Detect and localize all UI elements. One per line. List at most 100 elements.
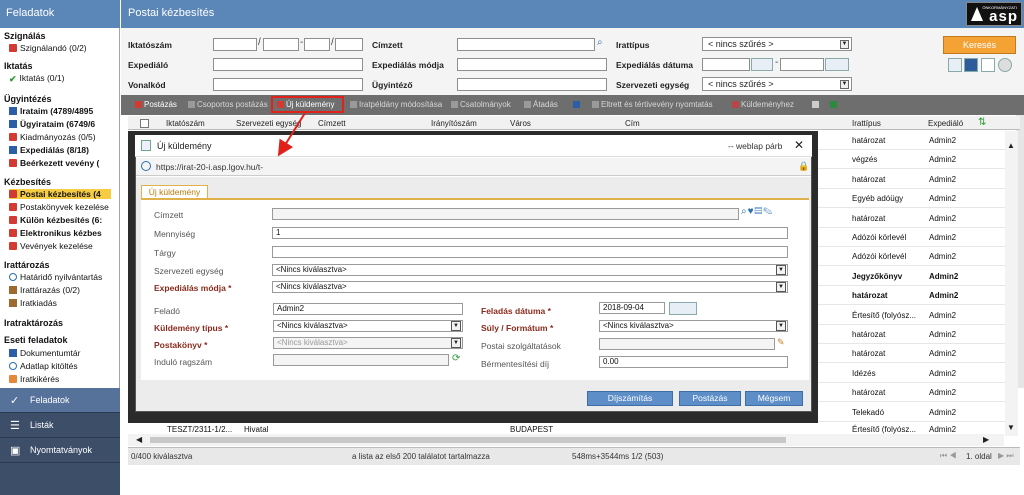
row-expedialo[interactable]: Admin2 bbox=[929, 155, 956, 164]
row-irattipus[interactable]: határozat bbox=[852, 330, 885, 339]
targy-field[interactable] bbox=[272, 246, 788, 258]
sidebar-item-ugyirataim[interactable]: Ügyirataim (6749/6 bbox=[9, 119, 95, 129]
postazas-dialog-button[interactable]: Postázás bbox=[679, 391, 741, 406]
row-irattipus[interactable]: Egyéb adóügy bbox=[852, 194, 903, 203]
row-irattipus[interactable]: határozat bbox=[852, 214, 885, 223]
col-iktatoszam[interactable]: Iktatószám bbox=[166, 119, 205, 128]
select-all-checkbox[interactable] bbox=[140, 119, 149, 128]
section-iratraktarozas[interactable]: Iratraktározás bbox=[4, 318, 63, 328]
sidebar-item-postakonyvek[interactable]: Postakönyvek kezelése bbox=[9, 202, 109, 212]
row-irattipus[interactable]: határozat bbox=[852, 175, 885, 184]
row-irattipus[interactable]: Értesítő (folyósz... bbox=[852, 311, 916, 320]
close-icon[interactable]: ✕ bbox=[794, 138, 804, 152]
irattipus-select[interactable]: < nincs szűrés > ▼ bbox=[702, 37, 852, 51]
reset-icon[interactable] bbox=[998, 58, 1012, 72]
document-icon[interactable] bbox=[981, 58, 995, 72]
sidebar-item-postai-kezbesites[interactable]: Postai kézbesítés (4 bbox=[9, 189, 111, 199]
refresh-icon[interactable]: ⟳ bbox=[452, 353, 460, 364]
bermentesitesi-field[interactable]: 0.00 bbox=[599, 356, 788, 368]
iktatoszam-input-2[interactable] bbox=[263, 38, 299, 51]
row-irattipus[interactable]: Telekadó bbox=[852, 408, 884, 417]
row-expedialo[interactable]: Admin2 bbox=[929, 252, 956, 261]
kuldemenyhez-button[interactable]: Küldeményhez bbox=[732, 100, 794, 109]
csoportos-postazas-button[interactable]: Csoportos postázás bbox=[188, 100, 268, 109]
chevron-right-icon[interactable]: ▶ bbox=[983, 435, 989, 444]
sidebar-item-kulon-kezbesites[interactable]: Külön kézbesítés (6: bbox=[9, 215, 102, 225]
section-iktatas[interactable]: Iktatás bbox=[4, 61, 33, 71]
row-irattipus[interactable]: Adózói körlevél bbox=[852, 252, 906, 261]
col-expedialo[interactable]: Expediáló bbox=[928, 119, 963, 128]
row-expedialo[interactable]: Admin2 bbox=[929, 175, 956, 184]
next-page-icon[interactable]: ▶ ⏭ bbox=[998, 451, 1014, 461]
iktatoszam-input-4[interactable] bbox=[335, 38, 363, 51]
cimzett-field[interactable] bbox=[272, 208, 739, 220]
row-irattipus[interactable]: határozat bbox=[852, 291, 888, 300]
row-irattipus[interactable]: Adózói körlevél bbox=[852, 233, 906, 242]
postakonyv-select[interactable]: <Nincs kiválasztva> ▼ bbox=[273, 337, 463, 349]
col-szervezeti[interactable]: Szervezeti egység bbox=[236, 119, 301, 128]
sidebar-item-vevenyek[interactable]: Vevények kezelése bbox=[9, 241, 93, 251]
nav-listak[interactable]: ☰ Listák bbox=[0, 413, 120, 438]
suly-formatum-select[interactable]: <Nincs kiválasztva> ▼ bbox=[599, 320, 788, 332]
szervezeti-egyseg-select[interactable]: <Nincs kiválasztva> ▼ bbox=[272, 264, 788, 276]
col-cim[interactable]: Cím bbox=[625, 119, 640, 128]
row-irattipus[interactable]: végzés bbox=[852, 155, 877, 164]
save-icon[interactable] bbox=[964, 58, 978, 72]
section-ugyintezes[interactable]: Ügyintézés bbox=[4, 94, 52, 104]
search-icon[interactable]: ⌕ bbox=[597, 37, 603, 48]
szervezeti-select[interactable]: < nincs szűrés > ▼ bbox=[702, 77, 852, 91]
expedialas-modja-select[interactable]: <Nincs kiválasztva> ▼ bbox=[272, 281, 788, 293]
last-row-iktatoszam[interactable]: TESZT/2311-1/2... bbox=[167, 425, 232, 434]
section-szignalas[interactable]: Szignálás bbox=[4, 31, 46, 41]
search-button[interactable]: Keresés bbox=[943, 36, 1016, 54]
calendar-icon[interactable] bbox=[669, 302, 697, 315]
cimzett-search-icons[interactable]: ⌕♥▤✎ bbox=[741, 206, 773, 217]
megsem-button[interactable]: Mégsem bbox=[745, 391, 803, 406]
row-expedialo[interactable]: Admin2 bbox=[929, 214, 956, 223]
eltrett-button[interactable]: Eltrett és tértivevény nyomtatás bbox=[592, 100, 713, 109]
sidebar-item-iratkiadas[interactable]: Iratkiadás bbox=[9, 298, 57, 308]
sidebar-item-dokumentumtar[interactable]: Dokumentumtár bbox=[9, 348, 80, 358]
row-expedialo[interactable]: Admin2 bbox=[929, 369, 956, 378]
row-irattipus[interactable]: Idézés bbox=[852, 369, 876, 378]
row-expedialo[interactable]: Admin2 bbox=[929, 388, 956, 397]
row-irattipus[interactable]: határozat bbox=[852, 136, 885, 145]
date-from-input[interactable] bbox=[702, 58, 750, 71]
row-irattipus[interactable]: határozat bbox=[852, 349, 885, 358]
expedialas-modja-input[interactable] bbox=[457, 58, 607, 71]
col-varos[interactable]: Város bbox=[510, 119, 531, 128]
feladas-datuma-field[interactable]: 2018-09-04 bbox=[599, 302, 665, 314]
postai-szolgaltatasok-field[interactable] bbox=[599, 338, 775, 350]
sidebar-item-iktatas[interactable]: ✔ Iktatás (0/1) bbox=[9, 73, 64, 84]
clear-icon[interactable] bbox=[948, 58, 962, 72]
grid-vertical-scrollbar[interactable]: ▲ ▼ bbox=[1005, 131, 1018, 436]
edit-icon[interactable]: ✎ bbox=[777, 337, 785, 348]
iktatoszam-input-1[interactable] bbox=[213, 38, 257, 51]
refresh-icon[interactable]: ⇅ bbox=[978, 117, 986, 128]
csatolmanyok-button[interactable]: Csatolmányok bbox=[451, 100, 511, 109]
row-expedialo[interactable]: Admin2 bbox=[929, 311, 956, 320]
row-expedialo[interactable]: Admin2 bbox=[929, 272, 958, 281]
felado-field[interactable]: Admin2 bbox=[273, 303, 463, 315]
atadas-button[interactable]: Átadás bbox=[524, 100, 558, 109]
first-page-icon[interactable]: ⏮ ◀ bbox=[940, 451, 957, 461]
excel-button[interactable] bbox=[830, 100, 839, 109]
iktatoszam-input-3[interactable] bbox=[304, 38, 330, 51]
mennyiseg-field[interactable]: 1 bbox=[272, 227, 788, 239]
sidebar-item-elektronikus[interactable]: Elektronikus kézbes bbox=[9, 228, 102, 238]
sidebar-item-expedialas[interactable]: Expediálás (8/18) bbox=[9, 145, 89, 155]
col-cimzett[interactable]: Címzett bbox=[318, 119, 346, 128]
nav-feladatok[interactable]: ✓ Feladatok bbox=[0, 388, 120, 413]
sidebar-item-irataim[interactable]: Irataim (4789/4895 bbox=[9, 106, 93, 116]
postazas-button[interactable]: Postázás bbox=[135, 100, 177, 109]
sidebar-item-kiadmanyozas[interactable]: Kiadmányozás (0/5) bbox=[9, 132, 96, 142]
vonalkod-input[interactable] bbox=[213, 78, 363, 91]
section-irattarozas[interactable]: Irattározás bbox=[4, 260, 50, 270]
date-to-input[interactable] bbox=[780, 58, 824, 71]
iratpeldany-button[interactable]: Iratpéldány módosítása bbox=[350, 100, 442, 109]
grid-horizontal-scrollbar[interactable]: ◀ ▶ bbox=[128, 434, 1004, 446]
chevron-down-icon[interactable]: ▼ bbox=[1007, 423, 1015, 432]
chevron-left-icon[interactable]: ◀ bbox=[136, 435, 142, 444]
row-irattipus[interactable]: Jegyzőkönyv bbox=[852, 272, 902, 281]
row-expedialo[interactable]: Admin2 bbox=[929, 194, 956, 203]
